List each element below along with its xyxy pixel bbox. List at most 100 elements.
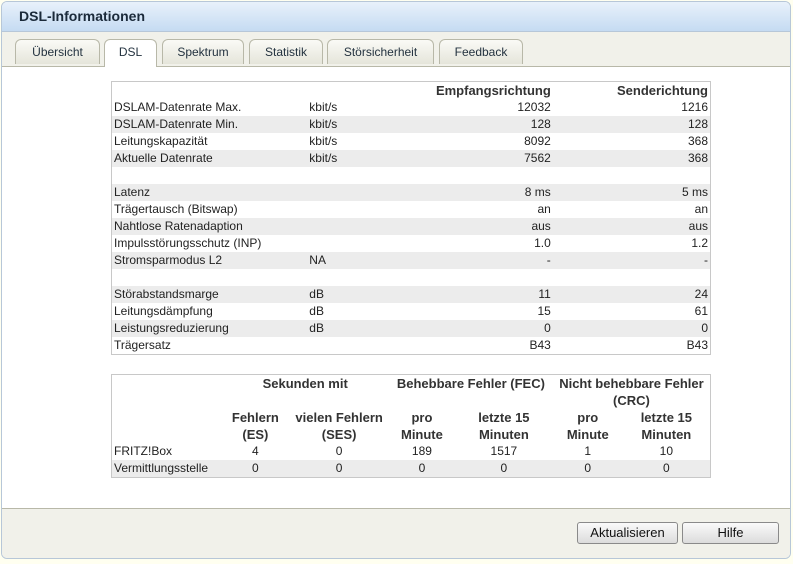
cell-sende	[552, 167, 711, 184]
cell-empfang: 11	[387, 286, 553, 303]
cell-label: Trägersatz	[111, 337, 308, 355]
table-row: Stromsparmodus L2 NA - -	[111, 252, 711, 269]
cell-crc_pro: 1	[552, 443, 623, 460]
cell-ses: 0	[289, 443, 389, 460]
cell-empfang: 1.0	[387, 235, 553, 252]
cell-empfang: 128	[387, 116, 553, 133]
cell-es: 4	[221, 443, 290, 460]
table-row: Leistungsreduzierung dB 0 0	[111, 320, 711, 337]
tab-stoersicherheit[interactable]: Störsicherheit	[327, 39, 434, 64]
cell-sende	[552, 269, 711, 286]
header-ses: vielen Fehlern (SES)	[295, 410, 383, 442]
cell-empfang: an	[387, 201, 553, 218]
tab-spektrum[interactable]: Spektrum	[162, 39, 244, 64]
tab-dsl[interactable]: DSL	[104, 39, 157, 67]
cell-empfang: 8 ms	[387, 184, 553, 201]
tab-statistik[interactable]: Statistik	[249, 39, 323, 64]
cell-sende: 0	[552, 320, 711, 337]
cell-empfang	[387, 167, 553, 184]
table-row: Nahtlose Ratenadaption aus aus	[111, 218, 711, 235]
window-title: DSL-Informationen	[19, 8, 145, 24]
header-fec-pro-minute: pro Minute	[400, 410, 443, 442]
table-row: Latenz 8 ms 5 ms	[111, 184, 711, 201]
cell-empfang: aus	[387, 218, 553, 235]
cell-sende: -	[552, 252, 711, 269]
table-row: Vermittlungsstelle 0 0 0 0 0 0	[111, 460, 711, 478]
cell-unit: kbit/s	[307, 133, 388, 150]
cell-unit	[307, 269, 388, 286]
table-row: Aktuelle Datenrate kbit/s 7562 368	[111, 150, 711, 167]
header-crc-pro-minute: pro Minute	[566, 410, 609, 442]
cell-unit: kbit/s	[307, 150, 388, 167]
cell-label: Leitungsdämpfung	[111, 303, 308, 320]
content-area: Empfangsrichtung Senderichtung DSLAM-Dat…	[2, 67, 790, 507]
cell-label: Leistungsreduzierung	[111, 320, 308, 337]
spacer-row	[111, 269, 711, 286]
group-behebbare-fehler: Behebbare Fehler (FEC)	[396, 376, 545, 391]
error-stats-table: Sekunden mit Behebbare Fehler (FEC) Nich…	[111, 374, 711, 478]
cell-unit	[307, 218, 388, 235]
cell-label	[111, 167, 308, 184]
table-row: Trägertausch (Bitswap) an an	[111, 201, 711, 218]
cell-es: 0	[221, 460, 290, 478]
cell-unit: dB	[307, 320, 388, 337]
tab-uebersicht[interactable]: Übersicht	[15, 39, 100, 64]
cell-unit: dB	[307, 303, 388, 320]
cell-sende: 61	[552, 303, 711, 320]
dsl-info-table: Empfangsrichtung Senderichtung DSLAM-Dat…	[111, 81, 711, 355]
cell-sende: 368	[552, 133, 711, 150]
cell-sende: 24	[552, 286, 711, 303]
cell-unit	[307, 337, 388, 355]
cell-sende: 5 ms	[552, 184, 711, 201]
cell-fec_15: 1517	[454, 443, 553, 460]
refresh-button[interactable]: Aktualisieren	[577, 522, 678, 544]
cell-fec_pro: 189	[388, 443, 455, 460]
cell-empfang: 8092	[387, 133, 553, 150]
cell-empfang	[387, 269, 553, 286]
cell-label: Impulsstörungsschutz (INP)	[111, 235, 308, 252]
cell-empfang: 0	[387, 320, 553, 337]
cell-sende: B43	[552, 337, 711, 355]
cell-unit: kbit/s	[307, 99, 388, 116]
tab-bar: Übersicht DSL Spektrum Statistik Störsic…	[2, 32, 790, 67]
cell-sende: 1216	[552, 99, 711, 116]
cell-empfang: B43	[387, 337, 553, 355]
group-nicht-behebbare-fehler: Nicht behebbare Fehler (CRC)	[559, 376, 704, 408]
cell-label: DSLAM-Datenrate Min.	[111, 116, 308, 133]
cell-unit: NA	[307, 252, 388, 269]
cell-label: DSLAM-Datenrate Max.	[111, 99, 308, 116]
cell-label: Latenz	[111, 184, 308, 201]
cell-fec_pro: 0	[388, 460, 455, 478]
table-row: Leitungskapazität kbit/s 8092 368	[111, 133, 711, 150]
cell-unit	[307, 235, 388, 252]
table-row: Trägersatz B43 B43	[111, 337, 711, 355]
cell-crc_pro: 0	[552, 460, 623, 478]
cell-sende: 1.2	[552, 235, 711, 252]
header-senderichtung: Senderichtung	[616, 83, 708, 98]
cell-label: Störabstandsmarge	[111, 286, 308, 303]
title-bar: DSL-Informationen	[2, 2, 790, 32]
group-sekunden-mit: Sekunden mit	[262, 376, 348, 391]
cell-sende: an	[552, 201, 711, 218]
dsl-info-window: DSL-Informationen Übersicht DSL Spektrum…	[1, 1, 791, 559]
table-row: DSLAM-Datenrate Max. kbit/s 12032 1216	[111, 99, 711, 116]
cell-crc_15: 10	[622, 443, 711, 460]
cell-unit	[307, 184, 388, 201]
spacer-row	[111, 167, 711, 184]
info-table-header: Empfangsrichtung Senderichtung	[112, 82, 711, 100]
cell-fec_15: 0	[454, 460, 553, 478]
cell-sende: 368	[552, 150, 711, 167]
cell-unit	[307, 167, 388, 184]
tab-feedback[interactable]: Feedback	[439, 39, 523, 64]
help-button[interactable]: Hilfe	[682, 522, 779, 544]
button-bar: Aktualisieren Hilfe	[2, 508, 790, 558]
cell-sende: aus	[552, 218, 711, 235]
table-row: DSLAM-Datenrate Min. kbit/s 128 128	[111, 116, 711, 133]
table-row: Störabstandsmarge dB 11 24	[111, 286, 711, 303]
header-empfangsrichtung: Empfangsrichtung	[435, 83, 551, 98]
table-row: Leitungsdämpfung dB 15 61	[111, 303, 711, 320]
header-fec-15-minuten: letzte 15 Minuten	[478, 410, 530, 442]
cell-ses: 0	[289, 460, 389, 478]
header-crc-15-minuten: letzte 15 Minuten	[640, 410, 692, 442]
table-row: FRITZ!Box 4 0 189 1517 1 10	[111, 443, 711, 460]
